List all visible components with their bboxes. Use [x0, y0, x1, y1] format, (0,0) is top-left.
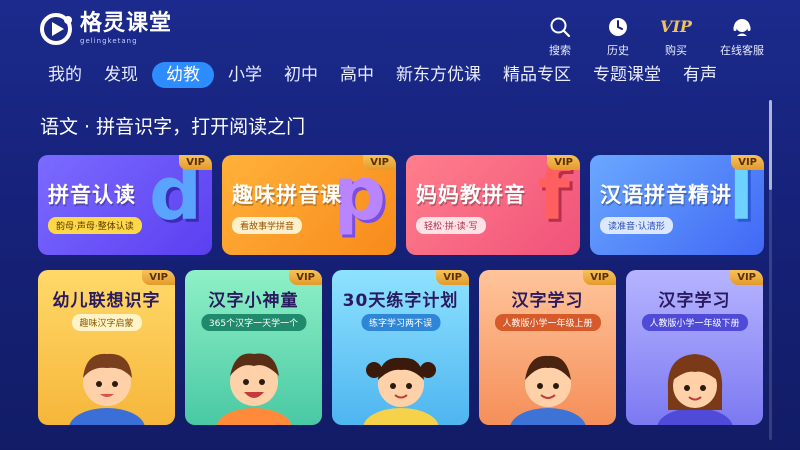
- purchase-button[interactable]: VIP 购买: [656, 16, 696, 58]
- course-card[interactable]: p 趣味拼音课 看故事学拼音 VIP: [222, 155, 396, 255]
- customer-service-label: 在线客服: [720, 44, 764, 57]
- child-illustration: [363, 357, 439, 425]
- headset-icon: [733, 19, 751, 36]
- course-subtitle: 人教版小学一年级下册: [641, 314, 748, 331]
- vip-badge: VIP: [363, 155, 396, 170]
- pinyin-course-row: d 拼音认读 韵母·声母·整体认读 VIP p 趣味拼音课 看故事学拼音 VIP…: [38, 155, 764, 255]
- search-button[interactable]: 搜索: [540, 16, 580, 58]
- tab-premium[interactable]: 精品专区: [495, 62, 579, 88]
- vip-badge: VIP: [583, 270, 616, 285]
- course-title: 汉字学习: [658, 291, 731, 311]
- tab-new-oriental[interactable]: 新东方优课: [388, 62, 489, 88]
- vip-badge: VIP: [179, 155, 212, 170]
- course-subtitle: 看故事学拼音: [232, 217, 303, 234]
- search-icon: [550, 17, 571, 38]
- purchase-label: 购买: [665, 44, 687, 57]
- tab-mine[interactable]: 我的: [40, 62, 90, 88]
- vip-badge: VIP: [436, 270, 469, 285]
- history-button[interactable]: 历史: [598, 16, 638, 58]
- course-card[interactable]: 30天练字计划 练字学习两不误 VIP: [332, 270, 469, 425]
- vip-badge: VIP: [547, 155, 580, 170]
- course-subtitle: 365个汉字一天学一个: [200, 314, 307, 331]
- course-subtitle: 读准音·认清形: [600, 217, 673, 234]
- app-name: 格灵课堂: [80, 11, 173, 36]
- course-card[interactable]: f 妈妈教拼音 轻松·拼·读·写 VIP: [406, 155, 580, 255]
- vip-badge: VIP: [289, 270, 322, 285]
- course-subtitle: 练字学习两不误: [360, 314, 441, 331]
- category-nav: 我的 发现 幼教 小学 初中 高中 新东方优课 精品专区 专题课堂 有声: [40, 62, 725, 90]
- app-name-sub: gelingketang: [80, 37, 138, 45]
- logo-icon: [40, 12, 74, 46]
- clock-icon: [609, 18, 627, 36]
- course-card[interactable]: 汉字学习 人教版小学一年级下册 VIP: [626, 270, 763, 425]
- tab-topics[interactable]: 专题课堂: [585, 62, 669, 88]
- course-title: 幼儿联想识字: [52, 291, 161, 311]
- scrollbar-thumb[interactable]: [769, 100, 772, 190]
- course-title: 汉字小神童: [208, 291, 299, 311]
- character-course-row: 幼儿联想识字 趣味汉字启蒙 VIP 汉字小神童 365个汉字一天学一个 VIP …: [38, 270, 763, 425]
- course-title: 汉语拼音精讲: [600, 183, 732, 207]
- child-illustration: [216, 353, 292, 425]
- tab-junior-high[interactable]: 初中: [276, 62, 326, 88]
- search-label: 搜索: [549, 44, 571, 57]
- top-bar: 格灵课堂 gelingketang 搜索 历史 VIP 购买 在线客服: [0, 0, 800, 62]
- history-label: 历史: [607, 44, 629, 57]
- course-title: 汉字学习: [511, 291, 584, 311]
- child-illustration: [69, 353, 145, 425]
- course-card[interactable]: d 拼音认读 韵母·声母·整体认读 VIP: [38, 155, 212, 255]
- course-subtitle: 韵母·声母·整体认读: [48, 217, 142, 234]
- vip-badge: VIP: [730, 270, 763, 285]
- scrollbar[interactable]: [769, 100, 772, 440]
- tab-preschool[interactable]: 幼教: [152, 62, 214, 88]
- tab-audio[interactable]: 有声: [675, 62, 725, 88]
- course-card[interactable]: 汉字学习 人教版小学一年级上册 VIP: [479, 270, 616, 425]
- vip-badge: VIP: [142, 270, 175, 285]
- vip-badge: VIP: [731, 155, 764, 170]
- course-title: 30天练字计划: [342, 291, 459, 311]
- section-title: 语文 · 拼音识字，打开阅读之门: [40, 116, 306, 138]
- course-title: 趣味拼音课: [232, 183, 342, 207]
- course-subtitle: 轻松·拼·读·写: [416, 217, 486, 234]
- tab-discover[interactable]: 发现: [96, 62, 146, 88]
- tab-senior-high[interactable]: 高中: [332, 62, 382, 88]
- course-subtitle: 人教版小学一年级上册: [494, 314, 601, 331]
- tab-primary[interactable]: 小学: [220, 62, 270, 88]
- course-card[interactable]: l 汉语拼音精讲 读准音·认清形 VIP: [590, 155, 764, 255]
- course-card[interactable]: 幼儿联想识字 趣味汉字启蒙 VIP: [38, 270, 175, 425]
- header-actions: 搜索 历史 VIP 购买 在线客服: [540, 16, 770, 58]
- course-title: 妈妈教拼音: [416, 183, 526, 207]
- app-logo[interactable]: 格灵课堂 gelingketang: [40, 12, 172, 46]
- course-card[interactable]: 汉字小神童 365个汉字一天学一个 VIP: [185, 270, 322, 425]
- customer-service-button[interactable]: 在线客服: [714, 16, 770, 58]
- vip-icon: VIP: [660, 17, 692, 36]
- course-title: 拼音认读: [48, 183, 136, 207]
- course-subtitle: 趣味汉字启蒙: [71, 314, 142, 331]
- child-illustration: [510, 355, 586, 425]
- child-illustration: [657, 354, 733, 425]
